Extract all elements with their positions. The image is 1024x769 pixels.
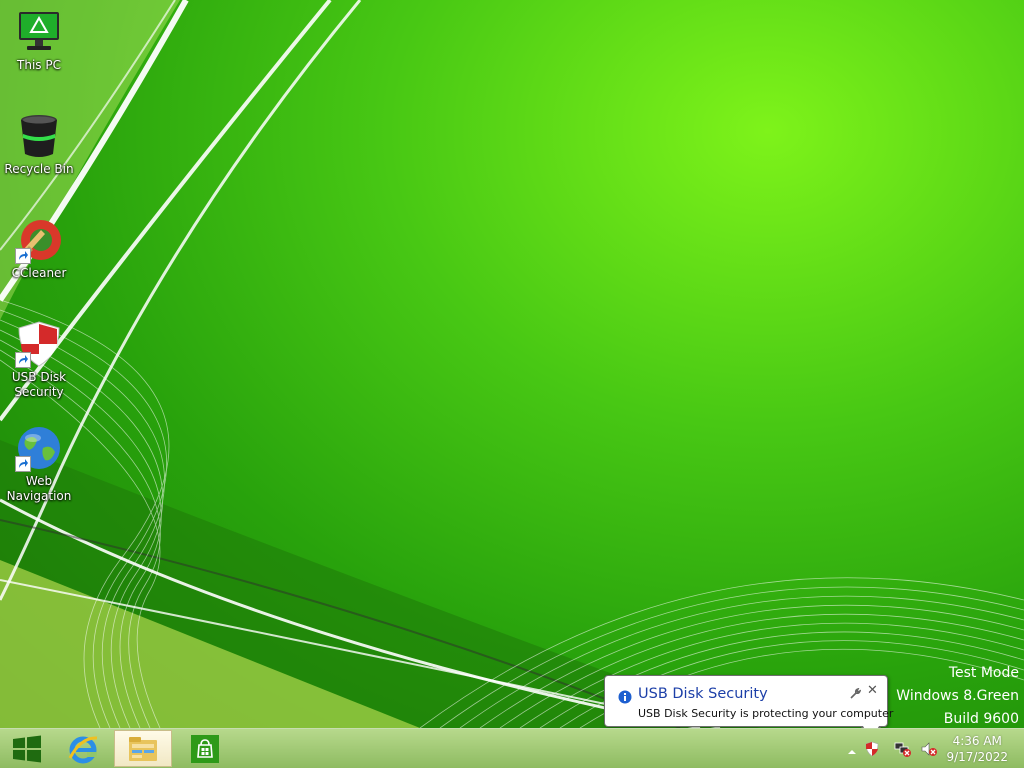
monitor-icon: [15, 8, 63, 56]
close-icon[interactable]: ✕: [867, 683, 878, 698]
notification-message: USB Disk Security is protecting your com…: [638, 707, 894, 720]
desktop-icon-label: USB Disk Security: [11, 370, 67, 399]
usb-disk-security-tray-icon[interactable]: [864, 741, 880, 757]
desktop-icon-recycle-bin[interactable]: Recycle Bin: [2, 112, 76, 177]
clock-date: 9/17/2022: [946, 750, 1008, 764]
shield-icon: [15, 320, 63, 368]
start-button[interactable]: [0, 730, 54, 767]
desktop-icon-ccleaner[interactable]: CCleaner: [2, 216, 76, 281]
globe-icon: [15, 424, 63, 472]
desktop-icon-web-navigation[interactable]: Web Navigation: [2, 424, 76, 504]
internet-explorer-button[interactable]: [56, 730, 110, 767]
file-explorer-icon: [129, 736, 157, 761]
desktop[interactable]: This PC Recycle Bin CCleaner USB Disk Se…: [0, 0, 1024, 728]
shortcut-arrow-icon: [15, 352, 31, 368]
notification-title: USB Disk Security: [638, 686, 768, 702]
desktop-icon-label: Web Navigation: [6, 474, 72, 503]
clock[interactable]: 4:36 AM 9/17/2022: [946, 733, 1008, 765]
show-hidden-icons-chevron-up-icon[interactable]: [846, 743, 862, 759]
start-icon: [13, 735, 41, 762]
shortcut-arrow-icon: [15, 248, 31, 264]
recycle-bin-icon: [15, 112, 63, 160]
clock-time: 4:36 AM: [952, 734, 1002, 748]
ccleaner-icon: [15, 216, 63, 264]
internet-explorer-icon: [68, 735, 98, 763]
desktop-icon-label: CCleaner: [11, 266, 67, 280]
notification-balloon[interactable]: USB Disk Security USB Disk Security is p…: [604, 675, 893, 728]
desktop-icon-label: This PC: [17, 58, 61, 72]
wallpaper: [0, 0, 1024, 728]
taskbar: 4:36 AM 9/17/2022: [0, 728, 1024, 768]
volume-muted-icon[interactable]: [920, 741, 937, 757]
desktop-icon-this-pc[interactable]: This PC: [2, 8, 76, 73]
file-explorer-button[interactable]: [114, 730, 172, 767]
network-disconnected-icon[interactable]: [894, 741, 911, 757]
system-tray: 4:36 AM 9/17/2022: [824, 729, 1024, 769]
store-icon: [191, 734, 219, 763]
desktop-icon-label: Recycle Bin: [4, 162, 74, 176]
desktop-icon-usb-disk-security[interactable]: USB Disk Security: [2, 320, 76, 400]
wrench-icon[interactable]: [849, 685, 862, 704]
info-icon: [618, 689, 632, 708]
shortcut-arrow-icon: [15, 456, 31, 472]
store-button[interactable]: [178, 730, 232, 767]
